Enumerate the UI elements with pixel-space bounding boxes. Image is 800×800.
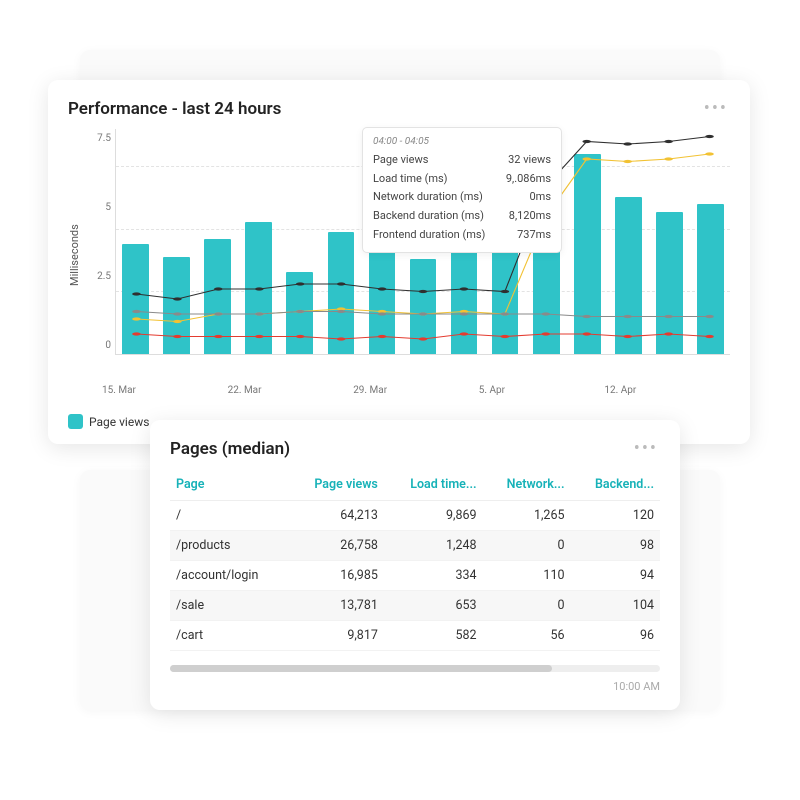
tooltip-row: Backend duration (ms)8,120ms — [373, 207, 551, 226]
chart-series-point — [705, 335, 714, 338]
chart-series-point — [337, 337, 346, 340]
pages-table: PagePage viewsLoad time...Network...Back… — [170, 469, 660, 651]
table-row[interactable]: /64,2139,8691,265120 — [170, 501, 660, 531]
table-header[interactable]: Network... — [483, 469, 571, 501]
legend-label: Page views — [89, 415, 149, 429]
chart-series-point — [173, 320, 182, 323]
chart-series-point — [173, 297, 182, 300]
chart-series-point — [664, 157, 673, 160]
chart-series-point — [460, 332, 469, 335]
chart-series-point — [582, 332, 591, 335]
table-header[interactable]: Load time... — [384, 469, 483, 501]
chart-series-point — [705, 315, 714, 318]
chart-series-point — [623, 335, 632, 338]
chart-series-point — [501, 312, 510, 315]
tooltip-row: Load time (ms)9,.086ms — [373, 170, 551, 189]
chart-series-point — [501, 335, 510, 338]
chart-series-point — [501, 290, 510, 293]
chart-series-point — [623, 142, 632, 145]
chart-series-point — [664, 140, 673, 143]
table-timestamp: 10:00 AM — [170, 680, 660, 693]
card-menu-icon[interactable]: ••• — [702, 98, 730, 119]
chart-series-point — [378, 312, 387, 315]
pages-table-title: Pages (median) — [170, 439, 290, 459]
chart-series-point — [378, 287, 387, 290]
chart-series-point — [582, 315, 591, 318]
table-header[interactable]: Page views — [289, 469, 384, 501]
chart-series-point — [255, 312, 264, 315]
chart-series-point — [623, 315, 632, 318]
x-axis-ticks: 15. Mar22. Mar29. Mar5. Apr12. Apr — [102, 385, 730, 396]
chart-series-point — [214, 335, 223, 338]
chart-series-point — [378, 335, 387, 338]
chart-series-point — [705, 152, 714, 155]
chart-series-point — [664, 315, 673, 318]
tooltip-time: 04:00 - 04:05 — [373, 136, 551, 147]
tooltip-row: Frontend duration (ms)737ms — [373, 226, 551, 245]
chart-series-point — [582, 140, 591, 143]
y-axis-ticks: 7.5 5 2.5 0 — [87, 129, 111, 351]
chart-series-point — [705, 135, 714, 138]
chart-series-point — [132, 317, 141, 320]
chart-series-point — [214, 312, 223, 315]
chart-series-point — [419, 337, 428, 340]
chart-series-point — [214, 287, 223, 290]
chart-series-point — [255, 335, 264, 338]
chart-series-point — [132, 332, 141, 335]
table-header[interactable]: Backend... — [571, 469, 661, 501]
table-row[interactable]: /cart9,8175825696 — [170, 621, 660, 651]
chart-series-point — [664, 332, 673, 335]
chart-series-point — [460, 287, 469, 290]
performance-title: Performance - last 24 hours — [68, 99, 281, 119]
chart-series-point — [582, 157, 591, 160]
tooltip-row: Network duration (ms)0ms — [373, 188, 551, 207]
horizontal-scrollbar[interactable] — [170, 665, 660, 672]
performance-chart: Milliseconds 7.5 5 2.5 0 04:00 - 04:05 P… — [68, 129, 730, 381]
chart-tooltip: 04:00 - 04:05 Page views32 viewsLoad tim… — [362, 127, 562, 253]
table-row[interactable]: /account/login16,98533411094 — [170, 561, 660, 591]
chart-series-point — [542, 312, 551, 315]
chart-series-point — [296, 335, 305, 338]
chart-series-point — [542, 332, 551, 335]
chart-series-point — [296, 282, 305, 285]
legend-swatch-page-views — [68, 414, 83, 429]
scrollbar-thumb[interactable] — [170, 665, 552, 672]
chart-series-point — [132, 310, 141, 313]
table-header[interactable]: Page — [170, 469, 289, 501]
tooltip-row: Page views32 views — [373, 151, 551, 170]
chart-series-point — [460, 312, 469, 315]
chart-series-point — [419, 312, 428, 315]
pages-table-card: Pages (median) ••• PagePage viewsLoad ti… — [150, 420, 680, 710]
table-row[interactable]: /sale13,7816530104 — [170, 591, 660, 621]
chart-series-point — [623, 160, 632, 163]
chart-series-point — [296, 310, 305, 313]
chart-series-point — [255, 287, 264, 290]
table-row[interactable]: /products26,7581,248098 — [170, 531, 660, 561]
chart-series-point — [337, 282, 346, 285]
y-axis-label: Milliseconds — [68, 129, 81, 381]
card-menu-icon[interactable]: ••• — [632, 438, 660, 459]
chart-series-point — [132, 292, 141, 295]
chart-series-point — [337, 310, 346, 313]
chart-series-point — [419, 290, 428, 293]
chart-series-point — [173, 335, 182, 338]
chart-series-point — [173, 312, 182, 315]
performance-card: Performance - last 24 hours ••• Millisec… — [48, 80, 750, 444]
